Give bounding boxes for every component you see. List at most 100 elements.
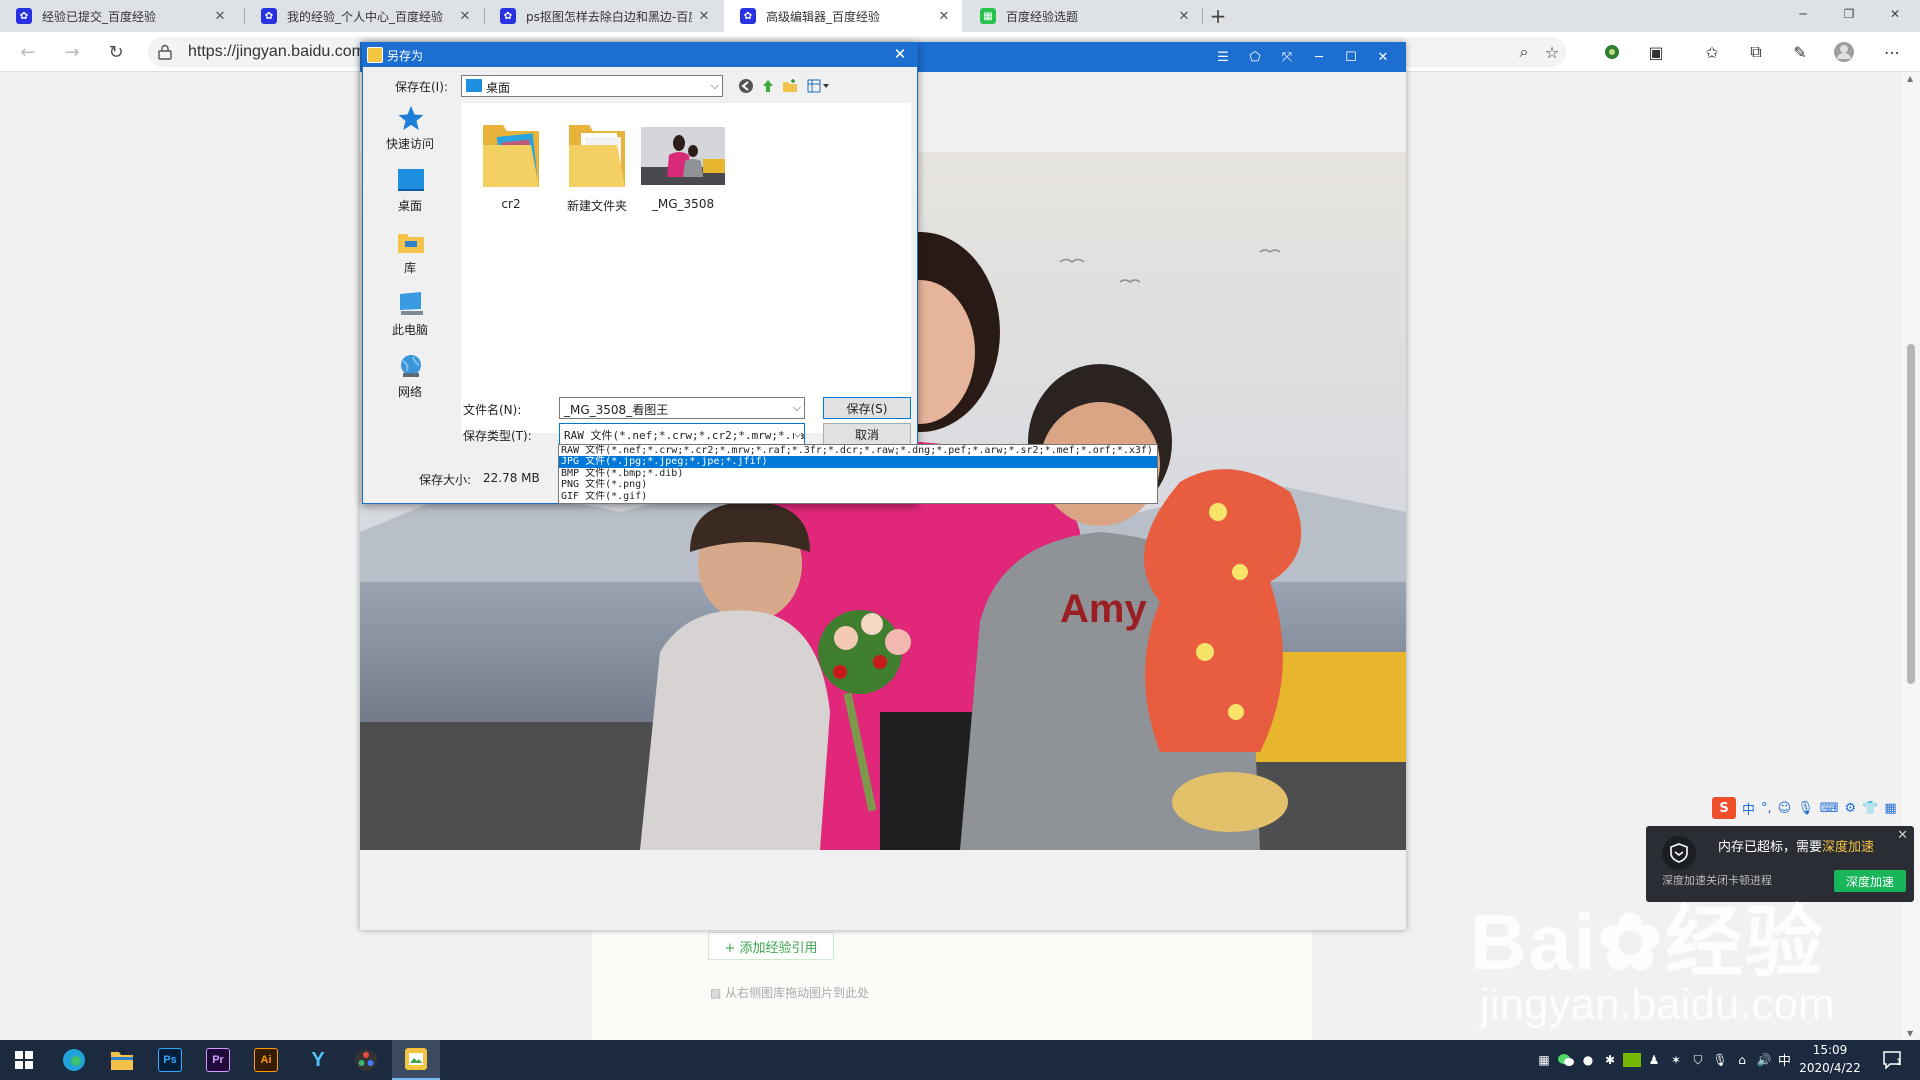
extension-icon[interactable] — [1600, 40, 1624, 64]
favorites-icon[interactable]: ✩ — [1700, 40, 1724, 64]
filetype-value: RAW 文件(*.nef;*.crw;*.cr2;*.mrw;*.ra — [564, 429, 805, 442]
zoom-icon[interactable]: ⌕ — [1512, 40, 1536, 64]
tab-1[interactable]: ✿ 我的经验_个人中心_百度经验 ✕ — [245, 0, 483, 32]
reading-view-icon[interactable]: ▣ — [1644, 40, 1668, 64]
photoshop-icon: Ps — [158, 1048, 182, 1072]
add-experience-ref-button[interactable]: + 添加经验引用 — [708, 932, 834, 960]
file-item-cr2[interactable]: cr2 — [461, 113, 561, 213]
place-library[interactable]: 库 — [365, 229, 455, 285]
taskbar-edge[interactable] — [50, 1040, 98, 1080]
baidu-paw-icon: ✿ — [740, 8, 756, 24]
close-window-button[interactable]: ✕ — [1872, 0, 1918, 28]
new-tab-button[interactable]: + — [1206, 4, 1230, 28]
chevron-down-icon[interactable]: ⌵ — [793, 401, 801, 415]
volume-icon[interactable]: 🔊 — [1754, 1050, 1774, 1070]
favorite-star-icon[interactable]: ☆ — [1540, 40, 1564, 64]
taskbar-illustrator[interactable]: Ai — [242, 1040, 290, 1080]
tab-close-icon[interactable]: ✕ — [212, 8, 228, 24]
view-menu-icon[interactable] — [805, 77, 831, 95]
filetype-option-gif[interactable]: GIF 文件(*.gif) — [559, 491, 1157, 502]
clock-time[interactable]: 15:09 — [1800, 1043, 1860, 1057]
cancel-button[interactable]: 取消 — [823, 423, 911, 445]
back-arrow-icon[interactable]: ← — [14, 38, 42, 66]
close-icon[interactable]: ✕ — [1897, 828, 1908, 843]
taskbar-app-y[interactable]: Y — [294, 1040, 342, 1080]
save-button[interactable]: 保存(S) — [823, 397, 911, 419]
up-folder-icon[interactable] — [759, 77, 777, 95]
punctuation-icon[interactable]: °, — [1761, 801, 1772, 816]
tray-green-icon[interactable]: ● — [1578, 1050, 1598, 1070]
skin-icon[interactable]: ⬠ — [1244, 46, 1266, 68]
taskbar-image-viewer[interactable] — [392, 1040, 440, 1080]
maximize-icon[interactable]: ☐ — [1340, 46, 1362, 68]
place-desktop[interactable]: 桌面 — [365, 167, 455, 223]
collections-icon[interactable]: ⧉ — [1744, 40, 1768, 64]
feedback-icon[interactable]: ✎ — [1788, 40, 1812, 64]
fullscreen-icon[interactable]: ⤧ — [1276, 46, 1298, 68]
network-icon[interactable]: ⌂ — [1732, 1050, 1752, 1070]
close-icon[interactable]: ✕ — [1372, 46, 1394, 68]
bluetooth-icon[interactable]: ✶ — [1666, 1050, 1686, 1070]
filename-input[interactable]: _MG_3508_看图王 ⌵ — [559, 397, 805, 419]
keyboard-icon[interactable]: ⌨ — [1820, 801, 1839, 816]
place-this-pc[interactable]: 此电脑 — [365, 291, 455, 347]
filetype-select[interactable]: RAW 文件(*.nef;*.crw;*.cr2;*.mrw;*.ra ⌵ — [559, 423, 805, 445]
file-item-mg-3508[interactable]: _MG_3508 — [633, 113, 733, 213]
wechat-icon[interactable] — [1556, 1050, 1576, 1070]
forward-arrow-icon[interactable]: → — [58, 38, 86, 66]
ime-mode-indicator[interactable]: 中 — [1742, 799, 1755, 818]
scrollbar-thumb[interactable] — [1907, 344, 1915, 684]
microphone-icon[interactable]: 🎙 — [1797, 801, 1814, 816]
minimize-window-button[interactable]: ─ — [1780, 0, 1826, 28]
alert-accent-text: 深度加速 — [1822, 840, 1875, 855]
minimize-icon[interactable]: ─ — [1308, 46, 1330, 68]
action-center-button[interactable]: 1 — [1878, 1050, 1908, 1070]
restore-window-button[interactable]: ❐ — [1826, 0, 1872, 28]
tools-icon[interactable]: ⚙ — [1845, 801, 1857, 816]
more-menu-icon[interactable]: ⋯ — [1880, 40, 1904, 64]
place-quick-access[interactable]: 快速访问 — [365, 105, 455, 161]
file-item-new-folder[interactable]: 新建文件夹 — [547, 113, 647, 213]
taskbar-premiere[interactable]: Pr — [194, 1040, 242, 1080]
taskbar-davinci[interactable] — [342, 1040, 390, 1080]
tab-close-icon[interactable]: ✕ — [457, 8, 473, 24]
close-icon[interactable]: ✕ — [891, 45, 909, 63]
tab-close-icon[interactable]: ✕ — [936, 8, 952, 24]
tab-close-icon[interactable]: ✕ — [1176, 8, 1192, 24]
tray-color-icon[interactable]: ✱ — [1600, 1050, 1620, 1070]
tab-0[interactable]: ✿ 经验已提交_百度经验 ✕ — [0, 0, 238, 32]
new-folder-icon[interactable] — [781, 77, 799, 95]
clock-date[interactable]: 2020/4/22 — [1794, 1061, 1866, 1075]
qq-icon[interactable]: ♟ — [1644, 1050, 1664, 1070]
nvidia-icon[interactable] — [1622, 1050, 1642, 1070]
save-in-select[interactable]: 桌面 ⌵ — [461, 75, 723, 97]
menu-icon[interactable]: ☰ — [1212, 46, 1234, 68]
emoji-icon[interactable]: ☺ — [1778, 801, 1792, 816]
tab-title: 经验已提交_百度经验 — [42, 9, 157, 24]
microphone-icon[interactable]: 🎙 — [1710, 1050, 1730, 1070]
filetype-option-bmp[interactable]: BMP 文件(*.bmp;*.dib) — [559, 468, 1157, 479]
taskbar-photoshop[interactable]: Ps — [146, 1040, 194, 1080]
security-shield-icon[interactable]: ⛉ — [1688, 1050, 1708, 1070]
tab-3[interactable]: ✿ 高级编辑器_百度经验 ✕ — [724, 0, 962, 32]
filetype-option-png[interactable]: PNG 文件(*.png) — [559, 479, 1157, 490]
windows-start-button[interactable] — [0, 1040, 48, 1080]
refresh-icon[interactable]: ↻ — [102, 38, 130, 66]
taskbar-file-explorer[interactable] — [98, 1040, 146, 1080]
tab-4[interactable]: ▦ 百度经验选题 ✕ — [964, 0, 1202, 32]
place-network[interactable]: 网络 — [365, 353, 455, 409]
tab-2[interactable]: ✿ ps抠图怎样去除白边和黑边-百度 ✕ — [484, 0, 722, 32]
back-icon[interactable] — [737, 77, 755, 95]
tray-app-icon[interactable]: ▦ — [1534, 1050, 1554, 1070]
sogou-ime-icon[interactable]: S — [1712, 797, 1736, 819]
filetype-option-raw[interactable]: RAW 文件(*.nef;*.crw;*.cr2;*.mrw;*.raf;*.3… — [559, 445, 1157, 456]
tab-close-icon[interactable]: ✕ — [696, 8, 712, 24]
file-name: cr2 — [501, 197, 521, 211]
ime-indicator[interactable]: 中 — [1778, 1050, 1791, 1069]
grid-menu-icon[interactable]: ▦ — [1884, 801, 1896, 816]
skin-shirt-icon[interactable]: 👕 — [1862, 801, 1878, 816]
scroll-up-arrow-icon[interactable]: ▲ — [1907, 74, 1913, 83]
folder-icon — [111, 1052, 133, 1070]
profile-avatar-icon[interactable] — [1832, 40, 1856, 64]
filetype-option-jpg[interactable]: JPG 文件(*.jpg;*.jpeg;*.jpe;*.jfif) — [559, 456, 1157, 468]
